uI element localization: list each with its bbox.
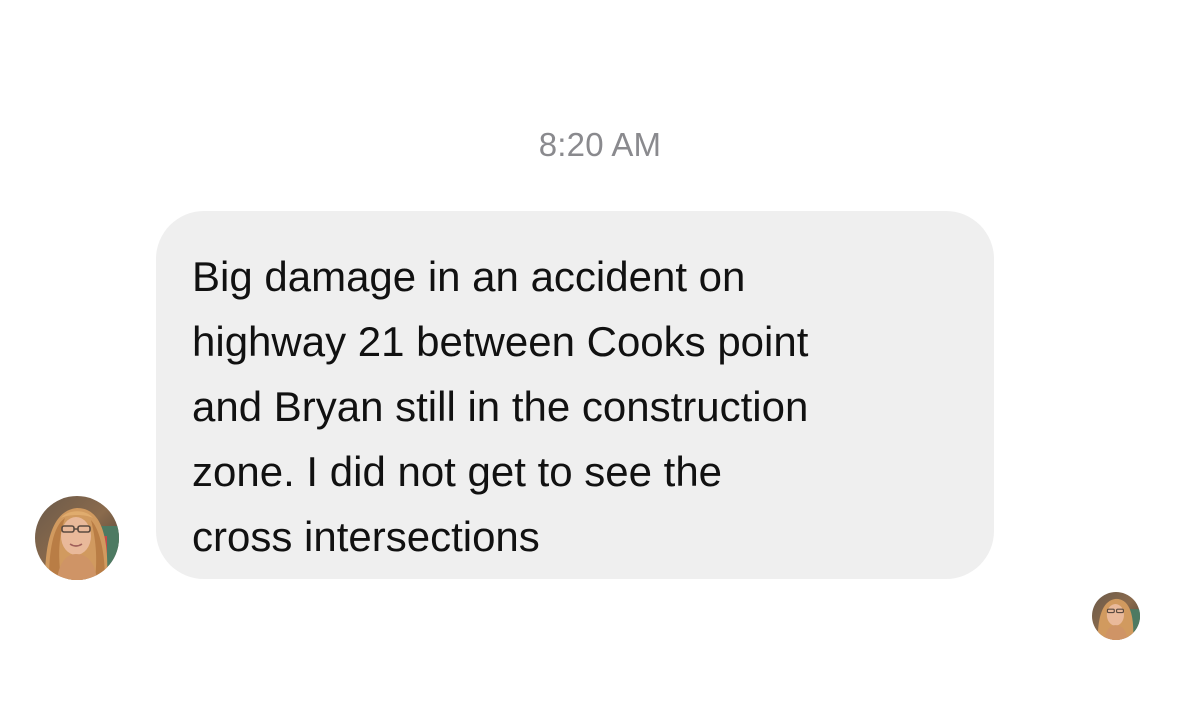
message-text-line: cross intersections <box>192 513 540 560</box>
message-text-line: highway 21 between Cooks point <box>192 318 809 365</box>
message-text-line: Big damage in an accident on <box>192 253 746 300</box>
sender-avatar-icon[interactable] <box>35 496 119 580</box>
message-timestamp: 8:20 AM <box>538 126 662 163</box>
message-text-line: zone. I did not get to see the <box>192 448 723 495</box>
message-bubble[interactable]: Big damage in an accident on highway 21 … <box>156 211 994 579</box>
read-receipt-avatar-icon <box>1092 592 1140 640</box>
message-text-line: and Bryan still in the construction <box>192 383 809 430</box>
